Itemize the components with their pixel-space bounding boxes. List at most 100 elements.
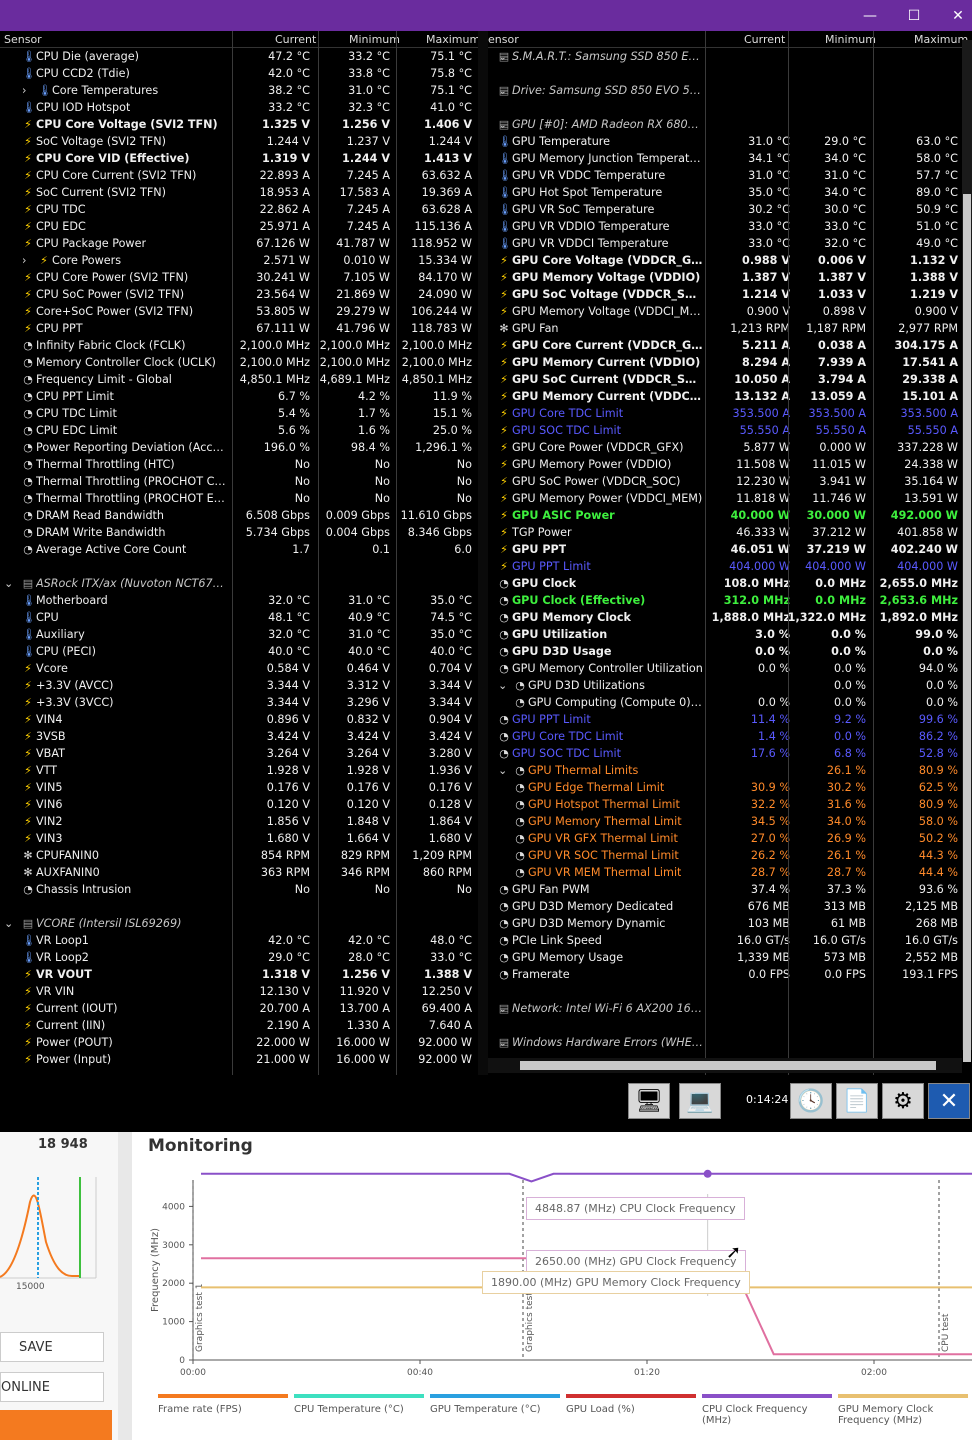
sensor-row[interactable]: ⚡ Vcore 0.584 V 0.464 V 0.704 V: [0, 660, 478, 677]
sensor-row[interactable]: 🌡 GPU VR VDDC Temperature 31.0 °C 31.0 °C 57…: [488, 167, 972, 184]
sensor-row[interactable]: 🌡 GPU Temperature 31.0 °C 29.0 °C 63.0 °C: [488, 133, 972, 150]
sensor-row[interactable]: ⚡ GPU Memory Current (VDDIO) 8.294 A 7.939 …: [488, 354, 972, 371]
header-current[interactable]: Current: [275, 33, 316, 46]
group-header[interactable]: ⌄ ▤ Network: Intel Wi-Fi 6 AX200 160MHz: [488, 1000, 972, 1017]
save-button[interactable]: SAVE: [0, 1332, 104, 1362]
sensor-row[interactable]: ◔ GPU Clock 108.0 MHz 0.0 MHz 2,655.0 MHz: [488, 575, 972, 592]
vertical-scrollbar[interactable]: [962, 40, 972, 1062]
sensor-row[interactable]: ⚡ +3.3V (3VCC) 3.344 V 3.296 V 3.344 V: [0, 694, 478, 711]
close-x-icon[interactable]: ✕: [928, 1083, 970, 1119]
horizontal-scrollbar[interactable]: [488, 1058, 962, 1073]
empty-row[interactable]: [0, 898, 478, 915]
group-header[interactable]: ⌄ ▤ GPU [#0]: AMD Radeon RX 6800 XT:: [488, 116, 972, 133]
sensor-row[interactable]: 🌡 GPU VR SoC Temperature 30.2 °C 30.0 °C 50.…: [488, 201, 972, 218]
sensor-row[interactable]: 🌡 Motherboard 32.0 °C 31.0 °C 35.0 °C: [0, 592, 478, 609]
sensor-row[interactable]: ⚡ VR VOUT 1.318 V 1.256 V 1.388 V: [0, 966, 478, 983]
minimize-button[interactable]: —: [848, 0, 892, 31]
sensor-row[interactable]: ◔ Frequency Limit - Global 4,850.1 MHz 4,68…: [0, 371, 478, 388]
header-sensor[interactable]: ensor: [488, 33, 519, 46]
sensor-row[interactable]: ⚡ Current (IOUT) 20.700 A 13.700 A 69.400 A: [0, 1000, 478, 1017]
sensor-row[interactable]: 🌡 Auxiliary 32.0 °C 31.0 °C 35.0 °C: [0, 626, 478, 643]
sensor-row[interactable]: ✻ CPUFANIN0 854 RPM 829 RPM 1,209 RPM: [0, 847, 478, 864]
sensor-row[interactable]: ⚡ CPU SoC Power (SVI2 TFN) 23.564 W 21.869 …: [0, 286, 478, 303]
header-maximum[interactable]: Maximum: [426, 33, 478, 46]
sensor-row[interactable]: ◔ GPU D3D Usage 0.0 % 0.0 % 0.0 %: [488, 643, 972, 660]
sensor-row[interactable]: ⌄ ◔ GPU D3D Utilizations 0.0 % 0.0 %: [488, 677, 972, 694]
sensor-row[interactable]: ◔ GPU Memory Controller Utilization 0.0 % 0…: [488, 660, 972, 677]
empty-row[interactable]: [488, 99, 972, 116]
log-file-icon[interactable]: 📄: [836, 1083, 878, 1119]
expand-toggle-icon[interactable]: ⌄: [498, 764, 507, 777]
expand-toggle-icon[interactable]: ⌄: [4, 917, 13, 930]
sensor-row[interactable]: ◔ GPU VR GFX Thermal Limit 27.0 % 26.9 % 50.…: [488, 830, 972, 847]
sensor-row[interactable]: ⚡ Power (Input) 21.000 W 16.000 W 92.000 W: [0, 1051, 478, 1068]
sensor-row[interactable]: ⚡ VR VIN 12.130 V 11.920 V 12.250 V: [0, 983, 478, 1000]
sensor-row[interactable]: ◔ GPU Edge Thermal Limit 30.9 % 30.2 % 62.5 …: [488, 779, 972, 796]
sensor-row[interactable]: ⚡ +3.3V (AVCC) 3.344 V 3.312 V 3.344 V: [0, 677, 478, 694]
expand-toggle-icon[interactable]: ⌄: [4, 577, 13, 590]
sensor-row[interactable]: ◔ GPU Utilization 3.0 % 0.0 % 99.0 %: [488, 626, 972, 643]
expand-toggle-icon[interactable]: ›: [22, 254, 26, 267]
sensor-row[interactable]: ⚡ CPU Package Power 67.126 W 41.787 W 118.95…: [0, 235, 478, 252]
sensor-row[interactable]: ⚡ Core+SoC Power (SVI2 TFN) 53.805 W 29.279…: [0, 303, 478, 320]
sensor-row[interactable]: ⚡ TGP Power 46.333 W 37.212 W 401.858 W: [488, 524, 972, 541]
sensor-row[interactable]: ◔ GPU Memory Usage 1,339 MB 573 MB 2,552 MB: [488, 949, 972, 966]
online-button[interactable]: ONLINE: [0, 1372, 104, 1402]
sensor-row[interactable]: ⚡ CPU Core Voltage (SVI2 TFN) 1.325 V 1.256…: [0, 116, 478, 133]
legend-label[interactable]: GPU Memory Clock Frequency (MHz): [838, 1404, 972, 1426]
sensor-row[interactable]: 🌡 GPU Memory Junction Temperature 34.1 °C 3…: [488, 150, 972, 167]
sensor-row[interactable]: ⚡ GPU Core TDC Limit 353.500 A 353.500 A 353…: [488, 405, 972, 422]
sensor-row[interactable]: ⚡ GPU SoC Voltage (VDDCR_SOC) 1.214 V 1.033…: [488, 286, 972, 303]
header-current[interactable]: Current: [744, 33, 785, 46]
empty-row[interactable]: [488, 65, 972, 82]
sensor-row[interactable]: ◔ GPU VR MEM Thermal Limit 28.7 % 28.7 % 44.…: [488, 864, 972, 881]
column-header[interactable]: ensor Current Minimum Maximum: [488, 31, 972, 48]
primary-action-button[interactable]: [0, 1410, 112, 1440]
sensor-row[interactable]: ⚡ GPU PPT 46.051 W 37.219 W 402.240 W: [488, 541, 972, 558]
sensor-row[interactable]: › 🌡 Core Temperatures 38.2 °C 31.0 °C 75.1 °C: [0, 82, 478, 99]
sensor-row[interactable]: ◔ CPU TDC Limit 5.4 % 1.7 % 15.1 %: [0, 405, 478, 422]
sensor-row[interactable]: ◔ CPU EDC Limit 5.6 % 1.6 % 25.0 %: [0, 422, 478, 439]
sensor-row[interactable]: ⚡ CPU Core Power (SVI2 TFN) 30.241 W 7.105 …: [0, 269, 478, 286]
sensor-row[interactable]: ⚡ VBAT 3.264 V 3.264 V 3.280 V: [0, 745, 478, 762]
sensor-row[interactable]: ⚡ GPU SoC Current (VDDCR_SOC) 10.050 A 3.79…: [488, 371, 972, 388]
sensor-row[interactable]: ◔ GPU D3D Memory Dedicated 676 MB 313 MB 2,1…: [488, 898, 972, 915]
legend-swatch[interactable]: [158, 1394, 288, 1398]
sensor-row[interactable]: ⚡ VTT 1.928 V 1.928 V 1.936 V: [0, 762, 478, 779]
sensor-row[interactable]: 🌡 VR Loop2 29.0 °C 28.0 °C 33.0 °C: [0, 949, 478, 966]
sensor-row[interactable]: ⚡ 3VSB 3.424 V 3.424 V 3.424 V: [0, 728, 478, 745]
sensor-row[interactable]: ◔ DRAM Read Bandwidth 6.508 Gbps 0.009 Gbps…: [0, 507, 478, 524]
header-sensor[interactable]: Sensor: [4, 33, 42, 46]
sensor-row[interactable]: ◔ CPU PPT Limit 6.7 % 4.2 % 11.9 %: [0, 388, 478, 405]
sensor-row[interactable]: ⚡ CPU Core VID (Effective) 1.319 V 1.244 V 1…: [0, 150, 478, 167]
sensor-row[interactable]: ⚡ CPU EDC 25.971 A 7.245 A 115.136 A: [0, 218, 478, 235]
sensor-row[interactable]: ◔ DRAM Write Bandwidth 5.734 Gbps 0.004 Gbp…: [0, 524, 478, 541]
sensor-row[interactable]: ⚡ VIN3 1.680 V 1.664 V 1.680 V: [0, 830, 478, 847]
empty-row[interactable]: [0, 558, 478, 575]
sensor-row[interactable]: ✻ AUXFANIN0 363 RPM 346 RPM 860 RPM: [0, 864, 478, 881]
remote-monitor-icon[interactable]: 💻: [679, 1083, 721, 1119]
sensor-row[interactable]: ⚡ Current (IIN) 2.190 A 1.330 A 7.640 A: [0, 1017, 478, 1034]
sensor-row[interactable]: › ⚡ Core Powers 2.571 W 0.010 W 15.334 W: [0, 252, 478, 269]
column-header[interactable]: Sensor Current Minimum Maximum: [0, 31, 478, 48]
sensor-row[interactable]: 🌡 CPU IOD Hotspot 33.2 °C 32.3 °C 41.0 °C: [0, 99, 478, 116]
sensor-row[interactable]: ◔ GPU Memory Clock 1,888.0 MHz 1,322.0 MHz 1…: [488, 609, 972, 626]
sensor-row[interactable]: ⚡ GPU Memory Voltage (VDDIO) 1.387 V 1.387 …: [488, 269, 972, 286]
sensor-row[interactable]: ◔ GPU Core TDC Limit 1.4 % 0.0 % 86.2 %: [488, 728, 972, 745]
clock-icon[interactable]: 🕓: [790, 1083, 832, 1119]
sensor-row[interactable]: ⚡ SoC Voltage (SVI2 TFN) 1.244 V 1.237 V 1.2…: [0, 133, 478, 150]
legend-swatch[interactable]: [430, 1394, 560, 1398]
sensor-row[interactable]: 🌡 CPU 48.1 °C 40.9 °C 74.5 °C: [0, 609, 478, 626]
sensor-row[interactable]: ⚡ GPU Core Current (VDDCR_GFX) 5.211 A 0.03…: [488, 337, 972, 354]
sensor-row[interactable]: 🌡 CPU CCD2 (Tdie) 42.0 °C 33.8 °C 75.8 °C: [0, 65, 478, 82]
settings-gear-icon[interactable]: ⚙: [882, 1083, 924, 1119]
legend-label[interactable]: CPU Clock Frequency (MHz): [702, 1404, 836, 1426]
scroll-thumb[interactable]: [963, 194, 971, 1062]
header-maximum[interactable]: Maximum: [914, 33, 968, 46]
sensor-row[interactable]: ⚡ VIN6 0.120 V 0.120 V 0.128 V: [0, 796, 478, 813]
sensor-row[interactable]: ◔ Power Reporting Deviation (Accuracy) 196…: [0, 439, 478, 456]
sensor-row[interactable]: ◔ GPU PPT Limit 11.4 % 9.2 % 99.6 %: [488, 711, 972, 728]
group-header[interactable]: ⌄ ▤ S.M.A.R.T.: Samsung SSD 850 EVO ...: [488, 48, 972, 65]
group-header[interactable]: ⌄▤Drive: Samsung SSD 850 EVO 500GB ...: [488, 82, 972, 99]
legend-label[interactable]: CPU Temperature (°C): [294, 1404, 428, 1415]
